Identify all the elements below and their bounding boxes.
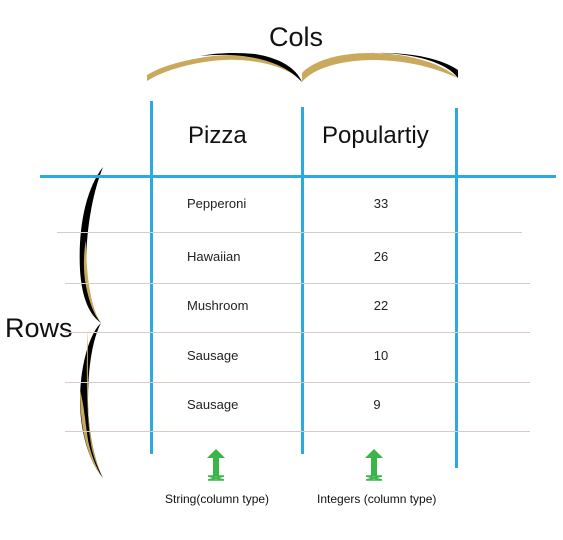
cell-pizza: Sausage: [187, 348, 239, 363]
cell-popularity: 10: [373, 348, 389, 363]
grid-vline-3: [455, 108, 458, 468]
rows-brace-icon: [79, 167, 103, 478]
grid-vline-2: [301, 107, 304, 454]
row-line-4: [65, 382, 530, 383]
cell-popularity: 26: [373, 249, 389, 264]
up-arrow-icon: [207, 449, 225, 481]
cell-popularity: 33: [373, 196, 389, 211]
header-separator: [40, 175, 556, 178]
cell-pizza: Pepperoni: [187, 196, 247, 211]
row-line-2: [65, 283, 530, 284]
row-line-3: [65, 332, 530, 333]
header-pizza: Pizza: [188, 122, 247, 149]
caption-integers-column-type: Integers (column type): [317, 492, 437, 506]
row-line-5: [65, 431, 530, 432]
cell-pizza: Mushroom: [187, 298, 249, 313]
grid-vline-1: [150, 101, 153, 454]
up-arrow-icon: [365, 449, 383, 481]
caption-string-column-type: String(column type): [165, 492, 270, 506]
cell-popularity: 22: [373, 298, 389, 313]
cell-popularity: 9: [373, 397, 381, 412]
cell-pizza: Hawaiian: [187, 249, 241, 264]
header-popularity: Populartiy: [322, 122, 429, 149]
cell-pizza: Sausage: [187, 397, 239, 412]
row-line-1: [57, 232, 522, 233]
